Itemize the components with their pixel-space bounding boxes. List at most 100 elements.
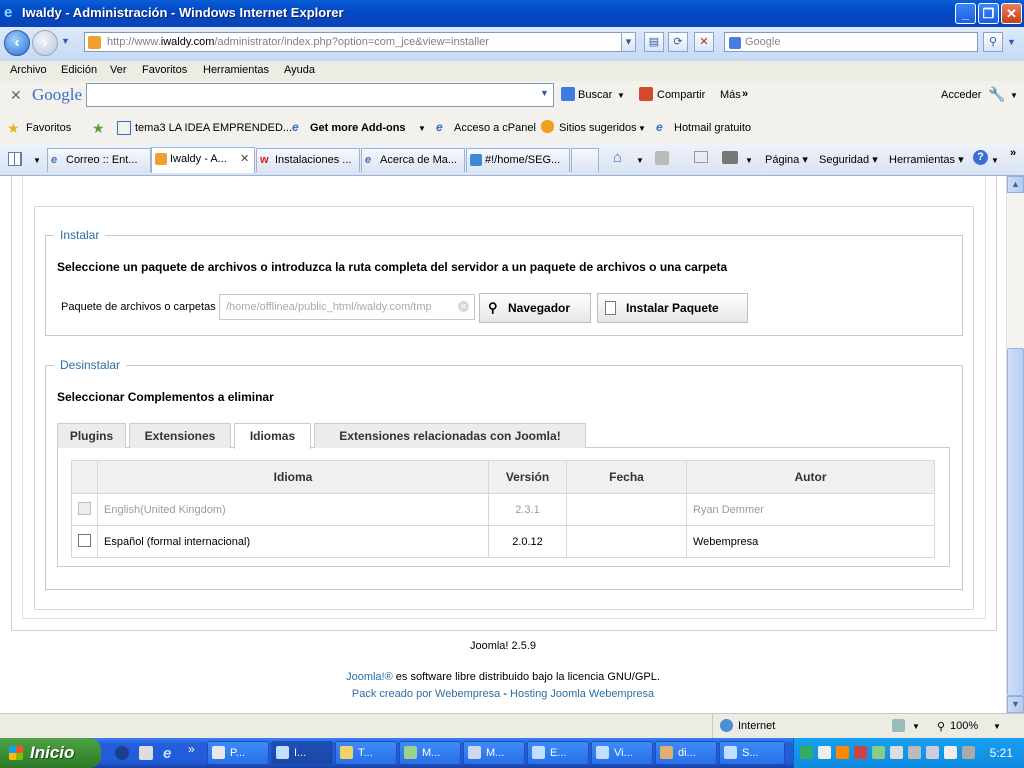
google-search-input[interactable] [86,83,554,107]
home-dropdown[interactable]: ▼ [636,156,644,165]
menu-ver[interactable]: Ver [110,64,127,76]
stop-icon[interactable]: ✕ [694,32,714,52]
start-button[interactable]: Inicio [0,738,101,768]
google-search-dropdown[interactable]: ▼ [540,88,549,98]
sitios-dropdown[interactable]: ▼ [638,124,646,133]
tab-iwaldy[interactable]: Iwaldy - A... ✕ [151,147,255,173]
menu-ayuda[interactable]: Ayuda [284,64,315,76]
menu-favoritos[interactable]: Favoritos [142,64,187,76]
close-toolbar-icon[interactable]: ✕ [10,87,22,104]
home-icon[interactable]: ⌂ [613,149,622,166]
instalar-paquete-button[interactable]: Instalar Paquete [597,293,748,323]
tray-icon[interactable] [854,746,867,759]
taskbar-button[interactable]: S... [719,741,785,765]
tab-plugins[interactable]: Plugins [57,423,126,448]
close-tab-icon[interactable]: ✕ [240,148,249,170]
protected-mode-icon[interactable] [892,719,905,732]
joomla-link[interactable]: Joomla!® [346,671,393,683]
buscar-button[interactable]: Buscar [578,89,612,101]
tab-idiomas[interactable]: Idiomas [234,423,311,449]
tray-icon[interactable] [908,746,921,759]
tab-extensiones-joomla[interactable]: Extensiones relacionadas con Joomla! [314,423,586,448]
recent-pages-dropdown[interactable]: ▼ [61,36,70,46]
navegador-button[interactable]: ⚲ Navegador [479,293,591,323]
vertical-scrollbar[interactable]: ▲ ▼ [1006,176,1024,713]
scroll-down-button[interactable]: ▼ [1007,696,1024,713]
fav-item-sitios-sugeridos[interactable]: Sitios sugeridos [559,122,637,134]
print-icon[interactable] [722,151,738,164]
search-options-dropdown[interactable]: ▼ [1007,37,1016,47]
taskbar-button[interactable]: Vi... [591,741,653,765]
tray-icon[interactable] [800,746,813,759]
addons-dropdown[interactable]: ▼ [418,124,426,133]
quicklaunch-ie-icon[interactable]: e [163,745,171,762]
zoom-level[interactable]: 100% [950,720,978,732]
hosting-link[interactable]: Hosting Joomla Webempresa [510,688,654,700]
quicklaunch-more-icon[interactable]: » [188,742,195,756]
taskbar-button[interactable]: I... [271,741,333,765]
tray-icon[interactable] [962,746,975,759]
compatibility-view-icon[interactable]: ▤ [644,32,664,52]
pack-link[interactable]: Pack creado por Webempresa [352,688,500,700]
herramientas-menu[interactable]: Herramientas ▾ [889,153,964,166]
taskbar-button[interactable]: E... [527,741,589,765]
print-dropdown[interactable]: ▼ [745,156,753,165]
close-window-button[interactable]: ✕ [1001,3,1022,24]
taskbar-button[interactable]: T... [335,741,397,765]
address-dropdown[interactable]: ▾ [621,32,636,52]
scroll-thumb[interactable] [1007,348,1024,696]
more-chevron-icon[interactable]: » [742,88,748,100]
mail-icon[interactable] [694,151,708,163]
fav-item-tema3[interactable]: tema3 LA IDEA EMPRENDED... [135,122,292,134]
tab-dropbox[interactable]: #!/home/SEG... [466,148,570,172]
taskbar-button[interactable]: di... [655,741,717,765]
acceder-button[interactable]: Acceder [941,89,981,101]
back-button[interactable]: ‹ [4,30,30,56]
menu-herramientas[interactable]: Herramientas [203,64,269,76]
menu-archivo[interactable]: Archivo [10,64,47,76]
taskbar-button[interactable]: M... [463,741,525,765]
help-icon[interactable]: ? [973,150,988,165]
quicklaunch-icon[interactable] [139,746,153,760]
fav-item-get-more-addons[interactable]: Get more Add-ons [310,122,406,134]
feeds-icon[interactable] [655,151,669,165]
protected-mode-dropdown[interactable]: ▼ [912,722,920,731]
zoom-dropdown[interactable]: ▼ [993,722,1001,731]
tab-extensiones[interactable]: Extensiones [129,423,231,448]
forward-button[interactable]: › [32,30,58,56]
scroll-up-button[interactable]: ▲ [1007,176,1024,193]
tray-icon[interactable] [890,746,903,759]
pagina-menu[interactable]: Página ▾ [765,153,808,166]
package-path-input[interactable]: /home/offlinea/public_html/iwaldy.com/tm… [219,294,475,320]
compartir-button[interactable]: Compartir [657,89,705,101]
search-button[interactable]: ⚲ [983,32,1003,52]
row-checkbox[interactable] [78,533,91,547]
clear-input-icon[interactable]: ✕ [458,301,469,312]
quick-tabs-icon[interactable] [8,152,22,166]
tray-icon[interactable] [872,746,885,759]
taskbar-button[interactable]: P... [207,741,269,765]
buscar-dropdown[interactable]: ▼ [617,91,625,100]
mas-button[interactable]: Más [720,89,741,101]
maximize-button[interactable]: ❐ [978,3,999,24]
favorites-button[interactable]: Favoritos [26,122,71,134]
tray-icon[interactable] [926,746,939,759]
tray-icon[interactable] [836,746,849,759]
tab-acerca[interactable]: e Acerca de Ma... [361,148,465,172]
quicklaunch-icon[interactable] [115,746,129,760]
add-favorite-icon[interactable]: ★ [92,120,105,137]
minimize-button[interactable]: _ [955,3,976,24]
address-bar[interactable]: http://www.iwaldy.com/administrator/inde… [84,32,636,52]
tab-correo[interactable]: e Correo :: Ent... [47,148,151,172]
seguridad-menu[interactable]: Seguridad ▾ [819,153,878,166]
help-dropdown[interactable]: ▼ [991,156,999,165]
tray-icon[interactable] [818,746,831,759]
fav-item-cpanel[interactable]: Acceso a cPanel [454,122,536,134]
tab-list-dropdown[interactable]: ▼ [33,156,41,165]
search-input[interactable]: Google [724,32,978,52]
wrench-icon[interactable]: 🔧 [988,86,1005,103]
tab-instalaciones[interactable]: w Instalaciones ... [256,148,360,172]
refresh-icon[interactable]: ⟳ [668,32,688,52]
taskbar-button[interactable]: M... [399,741,461,765]
tray-icon[interactable] [944,746,957,759]
